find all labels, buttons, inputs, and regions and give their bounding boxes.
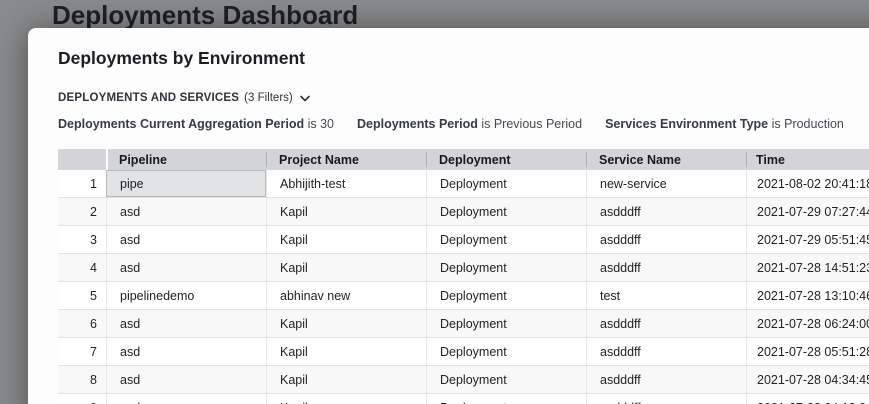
project-name-cell[interactable]: Kapil	[266, 394, 426, 404]
time-cell[interactable]: 2021-07-29 05:51:45	[746, 226, 869, 253]
row-number-cell: 8	[58, 366, 106, 393]
column-header-pipeline[interactable]: Pipeline	[106, 149, 266, 170]
time-cell[interactable]: 2021-07-28 04:13:04	[746, 394, 869, 404]
table-row: 2 asd Kapil Deployment asdddff 2021-07-2…	[58, 198, 869, 226]
deployment-cell[interactable]: Deployment	[426, 226, 586, 253]
deployment-cell[interactable]: Deployment	[426, 338, 586, 365]
time-cell[interactable]: 2021-07-28 06:24:00	[746, 310, 869, 337]
time-cell[interactable]: 2021-07-28 05:51:28	[746, 338, 869, 365]
pipeline-cell[interactable]: asd	[106, 394, 266, 404]
time-cell[interactable]: 2021-07-28 13:10:46	[746, 282, 869, 309]
time-cell[interactable]: 2021-07-29 07:27:44	[746, 198, 869, 225]
row-number-cell: 5	[58, 282, 106, 309]
filters-header-label: DEPLOYMENTS AND SERVICES	[58, 92, 239, 104]
pipeline-cell[interactable]: asd	[106, 226, 266, 253]
deployment-cell[interactable]: Deployment	[426, 198, 586, 225]
filter-condition: is Previous Period	[481, 117, 582, 131]
filters-count: (3 Filters)	[244, 92, 293, 104]
row-number-cell: 9	[58, 394, 106, 404]
table-row: 3 asd Kapil Deployment asdddff 2021-07-2…	[58, 226, 869, 254]
service-name-cell[interactable]: asdddff	[586, 254, 746, 281]
project-name-cell[interactable]: Kapil	[266, 310, 426, 337]
pipeline-cell[interactable]: asd	[106, 338, 266, 365]
project-name-cell[interactable]: Kapil	[266, 338, 426, 365]
project-name-cell[interactable]: Kapil	[266, 254, 426, 281]
applied-filters-row: Deployments Current Aggregation Period i…	[58, 117, 869, 131]
row-number-cell: 7	[58, 338, 106, 365]
filter-name: Deployments Current Aggregation Period	[58, 117, 304, 131]
pipeline-cell[interactable]: pipe	[106, 170, 266, 197]
filter-name: Deployments Period	[357, 117, 478, 131]
service-name-cell[interactable]: asdddff	[586, 338, 746, 365]
table-row: 6 asd Kapil Deployment asdddff 2021-07-2…	[58, 310, 869, 338]
filters-header-toggle[interactable]: DEPLOYMENTS AND SERVICES (3 Filters)	[58, 92, 310, 104]
filter-item: Deployments Current Aggregation Period i…	[58, 117, 334, 131]
pipeline-cell[interactable]: asd	[106, 198, 266, 225]
deployments-table: Pipeline Project Name Deployment Service…	[58, 149, 869, 404]
project-name-cell[interactable]: abhinav new	[266, 282, 426, 309]
service-name-cell[interactable]: asdddff	[586, 366, 746, 393]
project-name-cell[interactable]: Kapil	[266, 226, 426, 253]
deployment-cell[interactable]: Deployment	[426, 394, 586, 404]
table-row: 8 asd Kapil Deployment asdddff 2021-07-2…	[58, 366, 869, 394]
table-header-row: Pipeline Project Name Deployment Service…	[58, 149, 869, 170]
chevron-down-icon[interactable]	[300, 95, 310, 102]
deployment-cell[interactable]: Deployment	[426, 170, 586, 197]
column-header-row-number	[58, 149, 106, 170]
service-name-cell[interactable]: asdddff	[586, 226, 746, 253]
column-header-project-name[interactable]: Project Name	[266, 149, 426, 170]
modal-title: Deployments by Environment	[58, 48, 869, 69]
service-name-cell[interactable]: asdddff	[586, 394, 746, 404]
time-cell[interactable]: 2021-07-28 04:34:45	[746, 366, 869, 393]
row-number-cell: 6	[58, 310, 106, 337]
deployments-by-environment-modal: Deployments by Environment DEPLOYMENTS A…	[28, 28, 869, 404]
deployment-cell[interactable]: Deployment	[426, 254, 586, 281]
service-name-cell[interactable]: asdddff	[586, 310, 746, 337]
row-number-cell: 1	[58, 170, 106, 197]
filter-name: Services Environment Type	[605, 117, 768, 131]
project-name-cell[interactable]: Kapil	[266, 366, 426, 393]
page-title: Deployments Dashboard	[52, 0, 358, 31]
column-header-deployment[interactable]: Deployment	[426, 149, 586, 170]
column-header-time[interactable]: Time	[746, 149, 869, 170]
table-row: 5 pipelinedemo abhinav new Deployment te…	[58, 282, 869, 310]
column-header-service-name[interactable]: Service Name	[586, 149, 746, 170]
service-name-cell[interactable]: test	[586, 282, 746, 309]
project-name-cell[interactable]: Kapil	[266, 198, 426, 225]
project-name-cell[interactable]: Abhijith-test	[266, 170, 426, 197]
filter-item: Services Environment Type is Production	[605, 117, 844, 131]
time-cell[interactable]: 2021-08-02 20:41:18	[746, 170, 869, 197]
pipeline-cell[interactable]: asd	[106, 310, 266, 337]
row-number-cell: 2	[58, 198, 106, 225]
table-row: 1 pipe Abhijith-test Deployment new-serv…	[58, 170, 869, 198]
service-name-cell[interactable]: new-service	[586, 170, 746, 197]
time-cell[interactable]: 2021-07-28 14:51:23	[746, 254, 869, 281]
table-row: 9 asd Kapil Deployment asdddff 2021-07-2…	[58, 394, 869, 404]
deployment-cell[interactable]: Deployment	[426, 282, 586, 309]
table-row: 4 asd Kapil Deployment asdddff 2021-07-2…	[58, 254, 869, 282]
table-row: 7 asd Kapil Deployment asdddff 2021-07-2…	[58, 338, 869, 366]
pipeline-cell[interactable]: asd	[106, 254, 266, 281]
deployment-cell[interactable]: Deployment	[426, 310, 586, 337]
deployment-cell[interactable]: Deployment	[426, 366, 586, 393]
pipeline-cell[interactable]: pipelinedemo	[106, 282, 266, 309]
row-number-cell: 3	[58, 226, 106, 253]
service-name-cell[interactable]: asdddff	[586, 198, 746, 225]
row-number-cell: 4	[58, 254, 106, 281]
filter-condition: is Production	[772, 117, 844, 131]
filter-condition: is 30	[308, 117, 334, 131]
pipeline-cell[interactable]: asd	[106, 366, 266, 393]
filter-item: Deployments Period is Previous Period	[357, 117, 582, 131]
